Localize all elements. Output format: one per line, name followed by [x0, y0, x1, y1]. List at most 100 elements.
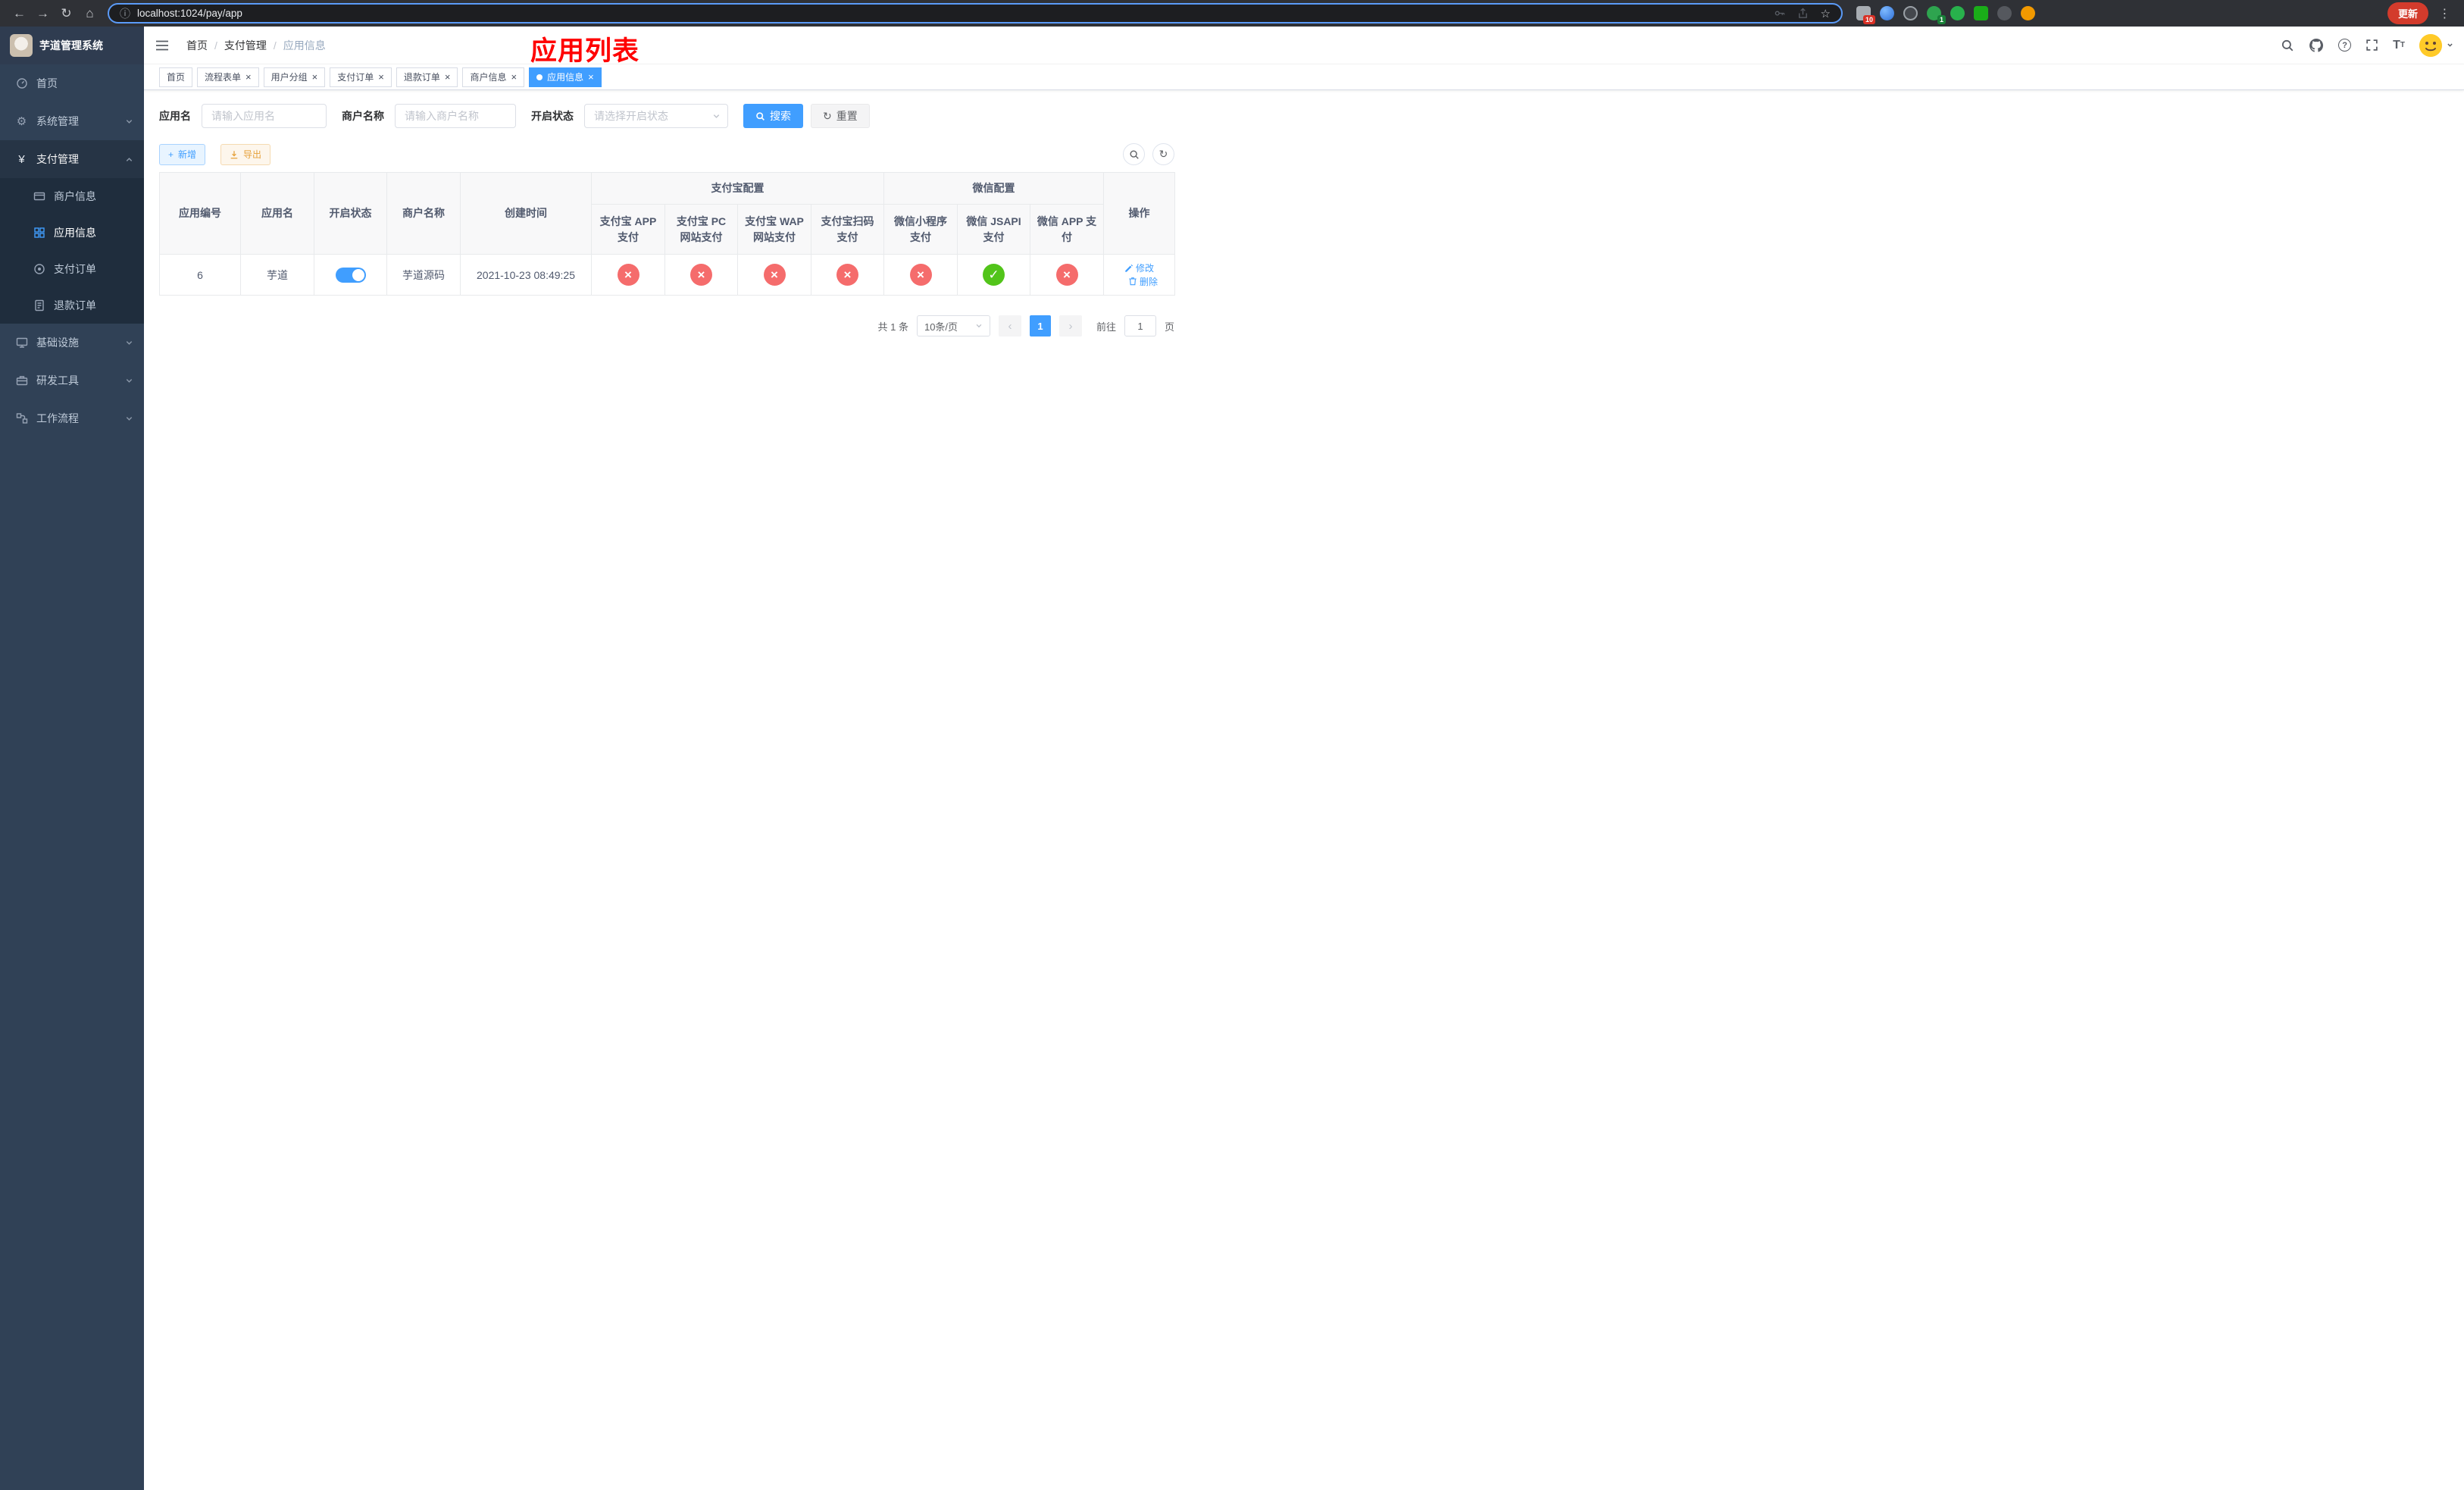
add-button[interactable]: + 新增	[159, 143, 206, 165]
edit-label: 修改	[1136, 263, 1155, 274]
browser-forward-icon[interactable]: →	[31, 2, 55, 25]
sidebar-item-label: 商户信息	[54, 190, 96, 202]
browser-toolbar: ← → ↻ ⌂ ⓘ localhost:1024/pay/app ☆ 10 1 …	[0, 0, 2464, 27]
search-icon[interactable]	[2281, 39, 2294, 52]
search-button-label: 搜索	[770, 110, 791, 122]
extension-icon[interactable]	[1974, 6, 1988, 20]
sidebar-item-dev-tools[interactable]: 研发工具	[0, 362, 144, 399]
extension-icon[interactable]	[1880, 6, 1894, 20]
search-button[interactable]: 搜索	[743, 104, 803, 128]
browser-menu-icon[interactable]: ⋮	[2433, 2, 2456, 25]
app-name-input[interactable]	[202, 104, 327, 128]
close-icon[interactable]: ×	[312, 72, 318, 82]
cell-actions: 修改 删除	[1103, 254, 1176, 296]
breadcrumb-separator: /	[214, 39, 217, 52]
add-button-label: 新增	[178, 149, 197, 160]
pagination: 共 1 条 10条/页 ‹ 1 › 前往 页	[159, 315, 1174, 337]
page-suffix-label: 页	[1164, 321, 1174, 333]
share-icon[interactable]	[1797, 8, 1809, 19]
user-menu[interactable]	[2419, 33, 2453, 57]
status-select[interactable]	[584, 104, 728, 128]
toggle-search-button[interactable]	[1123, 143, 1145, 165]
sidebar-item-payment[interactable]: ¥ 支付管理	[0, 140, 144, 178]
sidebar-item-workflow[interactable]: 工作流程	[0, 399, 144, 437]
tab-pay-order[interactable]: 支付订单 ×	[330, 67, 392, 87]
chevron-down-icon	[125, 415, 133, 423]
extension-icon[interactable]	[1903, 6, 1918, 20]
sidebar: 芋道管理系统 首页 ⚙ 系统管理 ¥ 支付管理 商户信息 应用信息 支付订单 退…	[0, 27, 144, 1490]
delete-link[interactable]: 删除	[1128, 275, 1158, 288]
site-info-icon[interactable]: ⓘ	[120, 6, 130, 21]
export-button[interactable]: 导出	[220, 143, 271, 165]
merchant-name-label: 商户名称	[342, 110, 384, 122]
extension-badge: 10	[1862, 15, 1875, 24]
browser-update-button[interactable]: 更新	[2387, 2, 2428, 24]
tab-home[interactable]: 首页	[159, 67, 193, 87]
current-page-button[interactable]: 1	[1029, 315, 1051, 337]
sidebar-item-home[interactable]: 首页	[0, 64, 144, 102]
sidebar-item-merchant-info[interactable]: 商户信息	[0, 178, 144, 214]
font-size-small-glyph: T	[2400, 41, 2405, 49]
next-page-button[interactable]: ›	[1058, 315, 1082, 337]
close-icon[interactable]: ×	[511, 72, 517, 82]
page-size-select[interactable]: 10条/页	[916, 315, 990, 337]
tab-user-group[interactable]: 用户分组 ×	[263, 67, 326, 87]
hamburger-icon[interactable]	[144, 27, 180, 64]
password-key-icon[interactable]	[1774, 8, 1785, 19]
tab-refund-order[interactable]: 退款订单 ×	[396, 67, 458, 87]
goto-page-input[interactable]	[1124, 315, 1156, 337]
status-toggle[interactable]	[335, 267, 366, 283]
help-icon[interactable]: ?	[2338, 39, 2352, 52]
sidebar-item-app-info[interactable]: 应用信息	[0, 214, 144, 251]
close-icon[interactable]: ×	[378, 72, 384, 82]
sidebar-item-pay-order[interactable]: 支付订单	[0, 251, 144, 287]
merchant-name-input[interactable]	[395, 104, 516, 128]
extension-icon[interactable]	[2021, 6, 2035, 20]
extension-icon[interactable]: 1	[1927, 6, 1946, 24]
extension-icon[interactable]	[1997, 6, 2012, 20]
breadcrumb-payment[interactable]: 支付管理	[224, 38, 267, 53]
gear-icon: ⚙	[16, 115, 27, 128]
cell-alipay-qr: ×	[811, 254, 884, 296]
breadcrumb-home[interactable]: 首页	[186, 38, 208, 53]
prev-page-button[interactable]: ‹	[998, 315, 1021, 337]
close-icon[interactable]: ×	[245, 72, 252, 82]
status-disabled-icon: ×	[836, 264, 858, 286]
sidebar-item-label: 工作流程	[36, 412, 79, 424]
sidebar-item-refund-order[interactable]: 退款订单	[0, 287, 144, 324]
fullscreen-icon[interactable]	[2366, 39, 2378, 52]
refresh-table-button[interactable]: ↻	[1152, 143, 1174, 165]
font-size-large-glyph: T	[2393, 38, 2400, 52]
url-bar[interactable]: ⓘ localhost:1024/pay/app ☆	[108, 3, 1843, 23]
font-size-icon[interactable]: TT	[2393, 39, 2405, 52]
close-icon[interactable]: ×	[445, 72, 451, 82]
cell-created: 2021-10-23 08:49:25	[460, 254, 592, 296]
status-enabled-icon: ✓	[983, 264, 1005, 286]
close-icon[interactable]: ×	[588, 72, 594, 82]
target-icon	[33, 263, 45, 275]
reset-button[interactable]: ↻ 重置	[811, 104, 870, 128]
bookmark-star-icon[interactable]: ☆	[1821, 7, 1831, 20]
sidebar-item-infrastructure[interactable]: 基础设施	[0, 324, 144, 362]
refresh-icon: ↻	[823, 109, 832, 122]
browser-home-icon[interactable]: ⌂	[78, 2, 102, 25]
monitor-icon	[15, 337, 28, 349]
tab-process-form[interactable]: 流程表单 ×	[197, 67, 259, 87]
browser-reload-icon[interactable]: ↻	[55, 2, 78, 25]
extension-icon[interactable]: 10	[1856, 6, 1875, 24]
github-icon[interactable]	[2309, 38, 2324, 53]
tab-label: 用户分组	[270, 72, 308, 83]
export-button-label: 导出	[243, 149, 262, 160]
tab-merchant-info[interactable]: 商户信息 ×	[462, 67, 525, 87]
active-tab-dot	[536, 74, 543, 80]
sidebar-item-label: 应用信息	[54, 227, 96, 239]
extension-icon[interactable]	[1950, 6, 1965, 20]
browser-back-icon[interactable]: ←	[8, 2, 31, 25]
chevron-down-icon	[125, 339, 133, 347]
breadcrumb-separator: /	[273, 39, 277, 52]
sidebar-item-system[interactable]: ⚙ 系统管理	[0, 102, 144, 140]
edit-link[interactable]: 修改	[1124, 261, 1154, 274]
tab-app-info[interactable]: 应用信息 ×	[529, 67, 602, 87]
chevron-down-icon	[125, 117, 133, 126]
sidebar-item-label: 退款订单	[54, 299, 96, 311]
